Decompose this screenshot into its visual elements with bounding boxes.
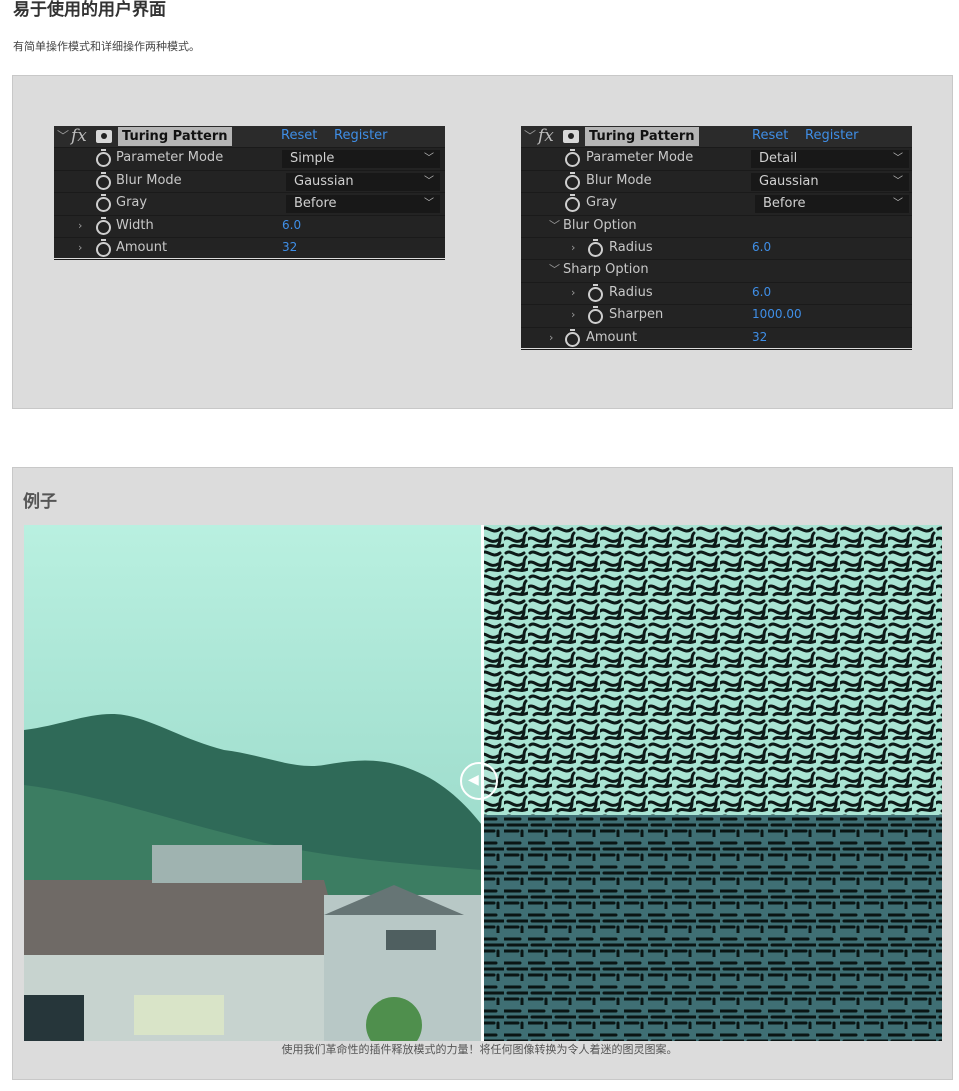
- chevron-right-icon[interactable]: ›: [571, 286, 575, 299]
- param-row-parameter-mode: Parameter Mode Detail ﹀: [521, 148, 912, 171]
- param-row-parameter-mode: Parameter Mode Simple ﹀: [54, 148, 445, 171]
- stopwatch-icon[interactable]: [96, 149, 111, 168]
- param-row-gray: Gray Before ﹀: [54, 193, 445, 216]
- reset-link[interactable]: Reset: [752, 128, 788, 143]
- effect-toggle-icon[interactable]: [96, 130, 112, 143]
- drag-arrows-icon: ◀: [468, 772, 479, 788]
- gray-select[interactable]: Before ﹀: [755, 195, 909, 214]
- param-label: Blur Mode: [116, 172, 182, 188]
- blur-mode-select[interactable]: Gaussian ﹀: [751, 172, 909, 191]
- chevron-down-icon: ﹀: [893, 153, 903, 165]
- param-label: Radius: [609, 284, 653, 300]
- chevron-down-icon: ﹀: [424, 153, 434, 165]
- param-label: Amount: [586, 329, 638, 345]
- chevron-right-icon[interactable]: ›: [78, 219, 82, 232]
- chevron-down-icon: ﹀: [424, 175, 434, 187]
- select-value: Gaussian: [294, 173, 354, 189]
- reset-link[interactable]: Reset: [281, 128, 317, 143]
- group-label: Sharp Option: [563, 262, 649, 278]
- effect-name: Turing Pattern: [118, 127, 232, 146]
- param-label: Width: [116, 217, 154, 233]
- chevron-down-icon: ﹀: [893, 198, 903, 210]
- width-value[interactable]: 6.0: [282, 218, 301, 232]
- param-row-blur-radius: › Radius 6.0: [521, 238, 912, 261]
- param-row-sharpen: › Sharpen 1000.00: [521, 305, 912, 328]
- example-caption: 使用我们革命性的插件释放模式的力量！将任何图像转换为令人着迷的图灵图案。: [281, 1043, 678, 1056]
- sharpen-value[interactable]: 1000.00: [752, 307, 802, 321]
- param-row-sharp-radius: › Radius 6.0: [521, 283, 912, 306]
- effect-header: ﹀ fx Turing Pattern Reset Register: [521, 126, 912, 149]
- chevron-right-icon[interactable]: ›: [571, 308, 575, 321]
- chevron-down-icon: ﹀: [893, 175, 903, 187]
- turing-pattern-result: [482, 525, 942, 1041]
- group-row-sharp-option: ﹀ Sharp Option: [521, 260, 912, 283]
- stopwatch-icon[interactable]: [565, 194, 580, 213]
- section-subtitle: 有简单操作模式和详细操作两种模式。: [13, 40, 200, 53]
- stopwatch-icon[interactable]: [565, 328, 580, 347]
- parameter-mode-select[interactable]: Detail ﹀: [751, 150, 909, 169]
- param-row-amount: › Amount 32: [521, 328, 912, 350]
- select-value: Detail: [759, 151, 798, 167]
- select-value: Simple: [290, 151, 335, 167]
- select-value: Before: [763, 196, 806, 212]
- stopwatch-icon[interactable]: [565, 149, 580, 168]
- param-row-width: › Width 6.0: [54, 216, 445, 238]
- chevron-down-icon[interactable]: ﹀: [57, 127, 69, 144]
- stopwatch-icon[interactable]: [96, 194, 111, 213]
- effect-panel-simple: ﹀ fx Turing Pattern Reset Register Param…: [54, 126, 445, 261]
- sharp-radius-value[interactable]: 6.0: [752, 285, 771, 299]
- example-title: 例子: [23, 492, 57, 512]
- param-label: Parameter Mode: [116, 150, 224, 166]
- gray-select[interactable]: Before ﹀: [286, 195, 440, 214]
- param-label: Parameter Mode: [586, 150, 694, 166]
- chevron-down-icon[interactable]: ﹀: [549, 261, 560, 277]
- select-value: Before: [294, 196, 337, 212]
- param-row-blur-mode: Blur Mode Gaussian ﹀: [54, 171, 445, 194]
- chevron-down-icon[interactable]: ﹀: [524, 127, 536, 144]
- select-value: Gaussian: [759, 173, 819, 189]
- register-link[interactable]: Register: [334, 128, 388, 143]
- param-label: Blur Mode: [586, 172, 652, 188]
- original-photo: [24, 525, 482, 1041]
- parameter-mode-select[interactable]: Simple ﹀: [282, 150, 440, 169]
- param-label: Gray: [116, 195, 148, 211]
- effect-header: ﹀ fx Turing Pattern Reset Register: [54, 126, 445, 149]
- stopwatch-icon[interactable]: [96, 238, 111, 257]
- register-link[interactable]: Register: [805, 128, 859, 143]
- stopwatch-icon[interactable]: [96, 216, 111, 235]
- blur-mode-select[interactable]: Gaussian ﹀: [286, 172, 440, 191]
- param-row-amount: › Amount 32: [54, 238, 445, 261]
- effect-panel-detail: ﹀ fx Turing Pattern Reset Register Param…: [521, 126, 912, 350]
- chevron-right-icon[interactable]: ›: [549, 331, 553, 344]
- effect-name: Turing Pattern: [585, 127, 699, 146]
- param-label: Gray: [586, 195, 618, 211]
- chevron-right-icon[interactable]: ›: [78, 241, 82, 254]
- amount-value[interactable]: 32: [282, 240, 297, 254]
- stopwatch-icon[interactable]: [588, 238, 603, 257]
- effect-toggle-icon[interactable]: [563, 130, 579, 143]
- stopwatch-icon[interactable]: [588, 306, 603, 325]
- stopwatch-icon[interactable]: [588, 283, 603, 302]
- chevron-right-icon[interactable]: ›: [571, 241, 575, 254]
- section-title: 易于使用的用户界面: [13, 0, 166, 20]
- amount-value[interactable]: 32: [752, 330, 767, 344]
- chevron-down-icon: ﹀: [424, 198, 434, 210]
- param-label: Amount: [116, 239, 168, 255]
- fx-icon: fx: [71, 126, 87, 146]
- param-label: Radius: [609, 239, 653, 255]
- before-after-comparison[interactable]: ◀: [24, 525, 942, 1041]
- chevron-down-icon[interactable]: ﹀: [549, 217, 560, 233]
- param-row-blur-mode: Blur Mode Gaussian ﹀: [521, 171, 912, 194]
- stopwatch-icon[interactable]: [96, 171, 111, 190]
- stopwatch-icon[interactable]: [565, 171, 580, 190]
- param-row-gray: Gray Before ﹀: [521, 193, 912, 216]
- group-label: Blur Option: [563, 217, 637, 233]
- fx-icon: fx: [538, 126, 554, 146]
- param-label: Sharpen: [609, 307, 664, 323]
- comparison-slider-handle[interactable]: ◀: [460, 762, 498, 800]
- group-row-blur-option: ﹀ Blur Option: [521, 216, 912, 238]
- blur-radius-value[interactable]: 6.0: [752, 240, 771, 254]
